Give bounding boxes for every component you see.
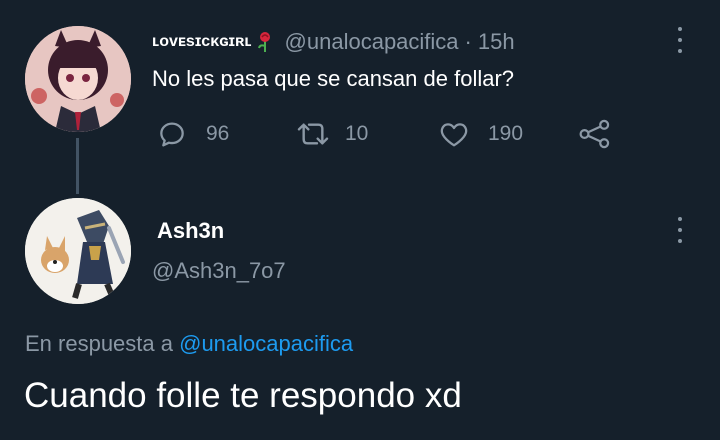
reply-display-name[interactable]: Ash3n	[157, 218, 224, 244]
like-count: 190	[488, 122, 524, 145]
retweet-count: 10	[345, 122, 369, 145]
reply-tweet-text: Cuando folle te respondo xd	[24, 376, 462, 415]
parent-header: ʟᴏᴠᴇsɪᴄᴋɢɪʀʟ @unalocapacifica · 15h	[152, 28, 515, 56]
time-separator: ·	[464, 29, 472, 54]
rose-emoji-icon	[255, 31, 275, 53]
reply-more-icon[interactable]	[675, 217, 685, 243]
thread-connector-line	[76, 138, 79, 194]
parent-tweet-text: No les pasa que se cansan de follar?	[152, 66, 515, 91]
retweet-action[interactable]: 10	[295, 118, 368, 150]
parent-handle[interactable]: @unalocapacifica	[285, 29, 459, 55]
replying-to: En respuesta a @unalocapacifica	[25, 331, 353, 357]
parent-display-name[interactable]: ʟᴏᴠᴇsɪᴄᴋɢɪʀʟ	[152, 33, 252, 51]
reply-handle[interactable]: @Ash3n_7o7	[152, 258, 286, 284]
reply-avatar[interactable]	[25, 198, 131, 304]
like-icon	[438, 118, 470, 150]
reply-icon	[156, 118, 188, 150]
like-action[interactable]: 190	[438, 118, 523, 150]
parent-more-icon[interactable]	[675, 27, 685, 53]
reply-count: 96	[206, 122, 230, 145]
replying-to-handle-link[interactable]: @unalocapacifica	[179, 331, 353, 356]
share-icon[interactable]	[578, 118, 612, 150]
retweet-icon	[295, 118, 331, 150]
parent-timestamp[interactable]: 15h	[478, 29, 515, 55]
reply-action[interactable]: 96	[156, 118, 229, 150]
replying-to-prefix: En respuesta a	[25, 331, 173, 356]
parent-avatar[interactable]	[25, 26, 131, 132]
